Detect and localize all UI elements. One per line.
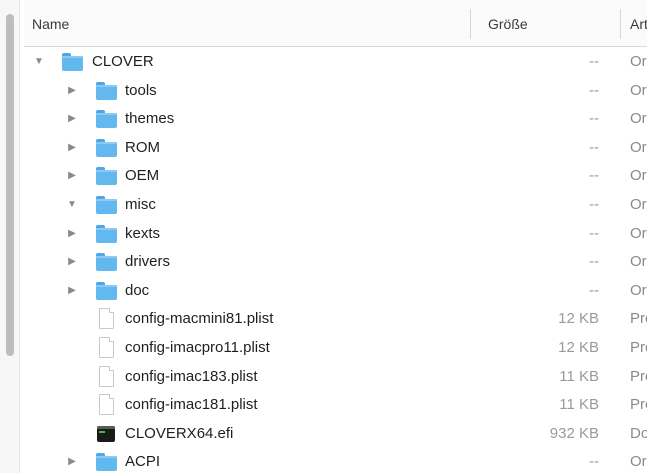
document-icon — [99, 308, 114, 330]
item-kind: Property List — [630, 338, 647, 356]
item-size: 12 KB — [558, 338, 599, 356]
folder-icon — [96, 138, 117, 157]
item-size: -- — [589, 138, 599, 156]
item-name: themes — [125, 110, 175, 128]
list-item[interactable]: ▶ tools -- Ordner — [24, 77, 647, 106]
item-kind: Property List — [630, 396, 647, 414]
folder-icon — [96, 253, 117, 272]
document-icon — [99, 336, 114, 358]
folder-icon — [96, 81, 117, 100]
item-size: -- — [589, 53, 599, 70]
folder-icon — [62, 53, 83, 71]
item-size: -- — [589, 224, 599, 242]
file-browser: Name Größe Art ▼ CLOVER -- Ordner ▶ tool… — [24, 0, 647, 473]
vertical-scrollbar[interactable] — [0, 0, 20, 473]
column-divider[interactable] — [620, 9, 621, 39]
disclosure-down-icon[interactable]: ▼ — [65, 191, 79, 220]
item-kind: Dokument — [630, 424, 647, 442]
item-size: -- — [589, 110, 599, 128]
list-item[interactable]: CLOVERX64.efi 932 KB Dokument — [24, 420, 647, 449]
column-header-kind[interactable]: Art — [630, 14, 647, 34]
item-name: ROM — [125, 138, 160, 156]
column-header: Name Größe Art — [24, 0, 647, 47]
list-item[interactable]: ▶ ROM -- Ordner — [24, 134, 647, 163]
item-name: config-imacpro11.plist — [125, 338, 270, 356]
list-item[interactable]: config-macmini81.plist 12 KB Property Li… — [24, 305, 647, 334]
list-item[interactable]: ▶ OEM -- Ordner — [24, 162, 647, 191]
item-name: doc — [125, 281, 150, 299]
folder-icon — [96, 167, 117, 186]
item-name: config-imac183.plist — [125, 367, 258, 385]
disclosure-right-icon[interactable]: ▶ — [65, 220, 79, 249]
list-item[interactable]: ▶ ACPI -- Ordner — [24, 448, 647, 473]
list-item[interactable]: config-imac181.plist 11 KB Property List — [24, 391, 647, 420]
executable-icon — [97, 425, 115, 442]
item-kind: Ordner — [630, 281, 647, 299]
item-kind: Ordner — [630, 167, 647, 185]
item-name: OEM — [125, 167, 160, 185]
item-kind: Property List — [630, 367, 647, 385]
item-kind: Ordner — [630, 224, 647, 242]
disclosure-right-icon[interactable]: ▶ — [65, 448, 79, 473]
item-size: -- — [589, 167, 599, 185]
list-item[interactable]: config-imac183.plist 11 KB Property List — [24, 363, 647, 392]
column-divider[interactable] — [470, 9, 471, 39]
disclosure-right-icon[interactable]: ▶ — [65, 105, 79, 134]
item-size: 11 KB — [559, 367, 599, 385]
list-item[interactable]: ▶ themes -- Ordner — [24, 105, 647, 134]
disclosure-right-icon[interactable]: ▶ — [65, 248, 79, 277]
item-name: CLOVERX64.efi — [125, 424, 234, 442]
item-name: misc — [125, 195, 156, 213]
column-header-size[interactable]: Größe — [488, 14, 528, 34]
folder-icon — [96, 224, 117, 243]
item-size: 932 KB — [549, 424, 599, 442]
folder-icon — [96, 195, 117, 214]
item-name: ACPI — [125, 453, 161, 471]
item-name: CLOVER — [92, 53, 154, 70]
item-kind: Ordner — [630, 253, 647, 271]
item-name: kexts — [125, 224, 161, 242]
list-item[interactable]: ▶ kexts -- Ordner — [24, 220, 647, 249]
disclosure-down-icon[interactable]: ▼ — [32, 48, 46, 77]
item-size: 12 KB — [558, 310, 599, 328]
folder-icon — [96, 281, 117, 300]
item-size: -- — [589, 453, 599, 471]
list-item[interactable]: ▶ drivers -- Ordner — [24, 248, 647, 277]
folder-icon — [96, 453, 117, 472]
column-header-name[interactable]: Name — [32, 14, 69, 34]
disclosure-right-icon[interactable]: ▶ — [65, 277, 79, 306]
item-kind: Ordner — [630, 453, 647, 471]
item-kind: Ordner — [630, 138, 647, 156]
document-icon — [99, 394, 114, 416]
document-icon — [99, 365, 114, 387]
disclosure-right-icon[interactable]: ▶ — [65, 77, 79, 106]
item-size: -- — [589, 281, 599, 299]
item-kind: Ordner — [630, 53, 647, 70]
item-name: config-imac181.plist — [125, 396, 258, 414]
item-kind: Property List — [630, 310, 647, 328]
item-name: drivers — [125, 253, 171, 271]
item-size: -- — [589, 195, 599, 213]
folder-icon — [96, 110, 117, 129]
list-item[interactable]: ▼ CLOVER -- Ordner — [24, 48, 647, 77]
list-item[interactable]: ▶ doc -- Ordner — [24, 277, 647, 306]
disclosure-right-icon[interactable]: ▶ — [65, 162, 79, 191]
item-size: -- — [589, 253, 599, 271]
file-list: ▼ CLOVER -- Ordner ▶ tools -- Ordner ▶ t… — [24, 48, 647, 473]
item-kind: Ordner — [630, 195, 647, 213]
list-item[interactable]: ▼ misc -- Ordner — [24, 191, 647, 220]
item-kind: Ordner — [630, 81, 647, 99]
item-size: -- — [589, 81, 599, 99]
scrollbar-thumb[interactable] — [6, 14, 14, 356]
item-name: config-macmini81.plist — [125, 310, 274, 328]
list-item[interactable]: config-imacpro11.plist 12 KB Property Li… — [24, 334, 647, 363]
item-kind: Ordner — [630, 110, 647, 128]
item-size: 11 KB — [559, 396, 599, 414]
item-name: tools — [125, 81, 157, 99]
disclosure-right-icon[interactable]: ▶ — [65, 134, 79, 163]
